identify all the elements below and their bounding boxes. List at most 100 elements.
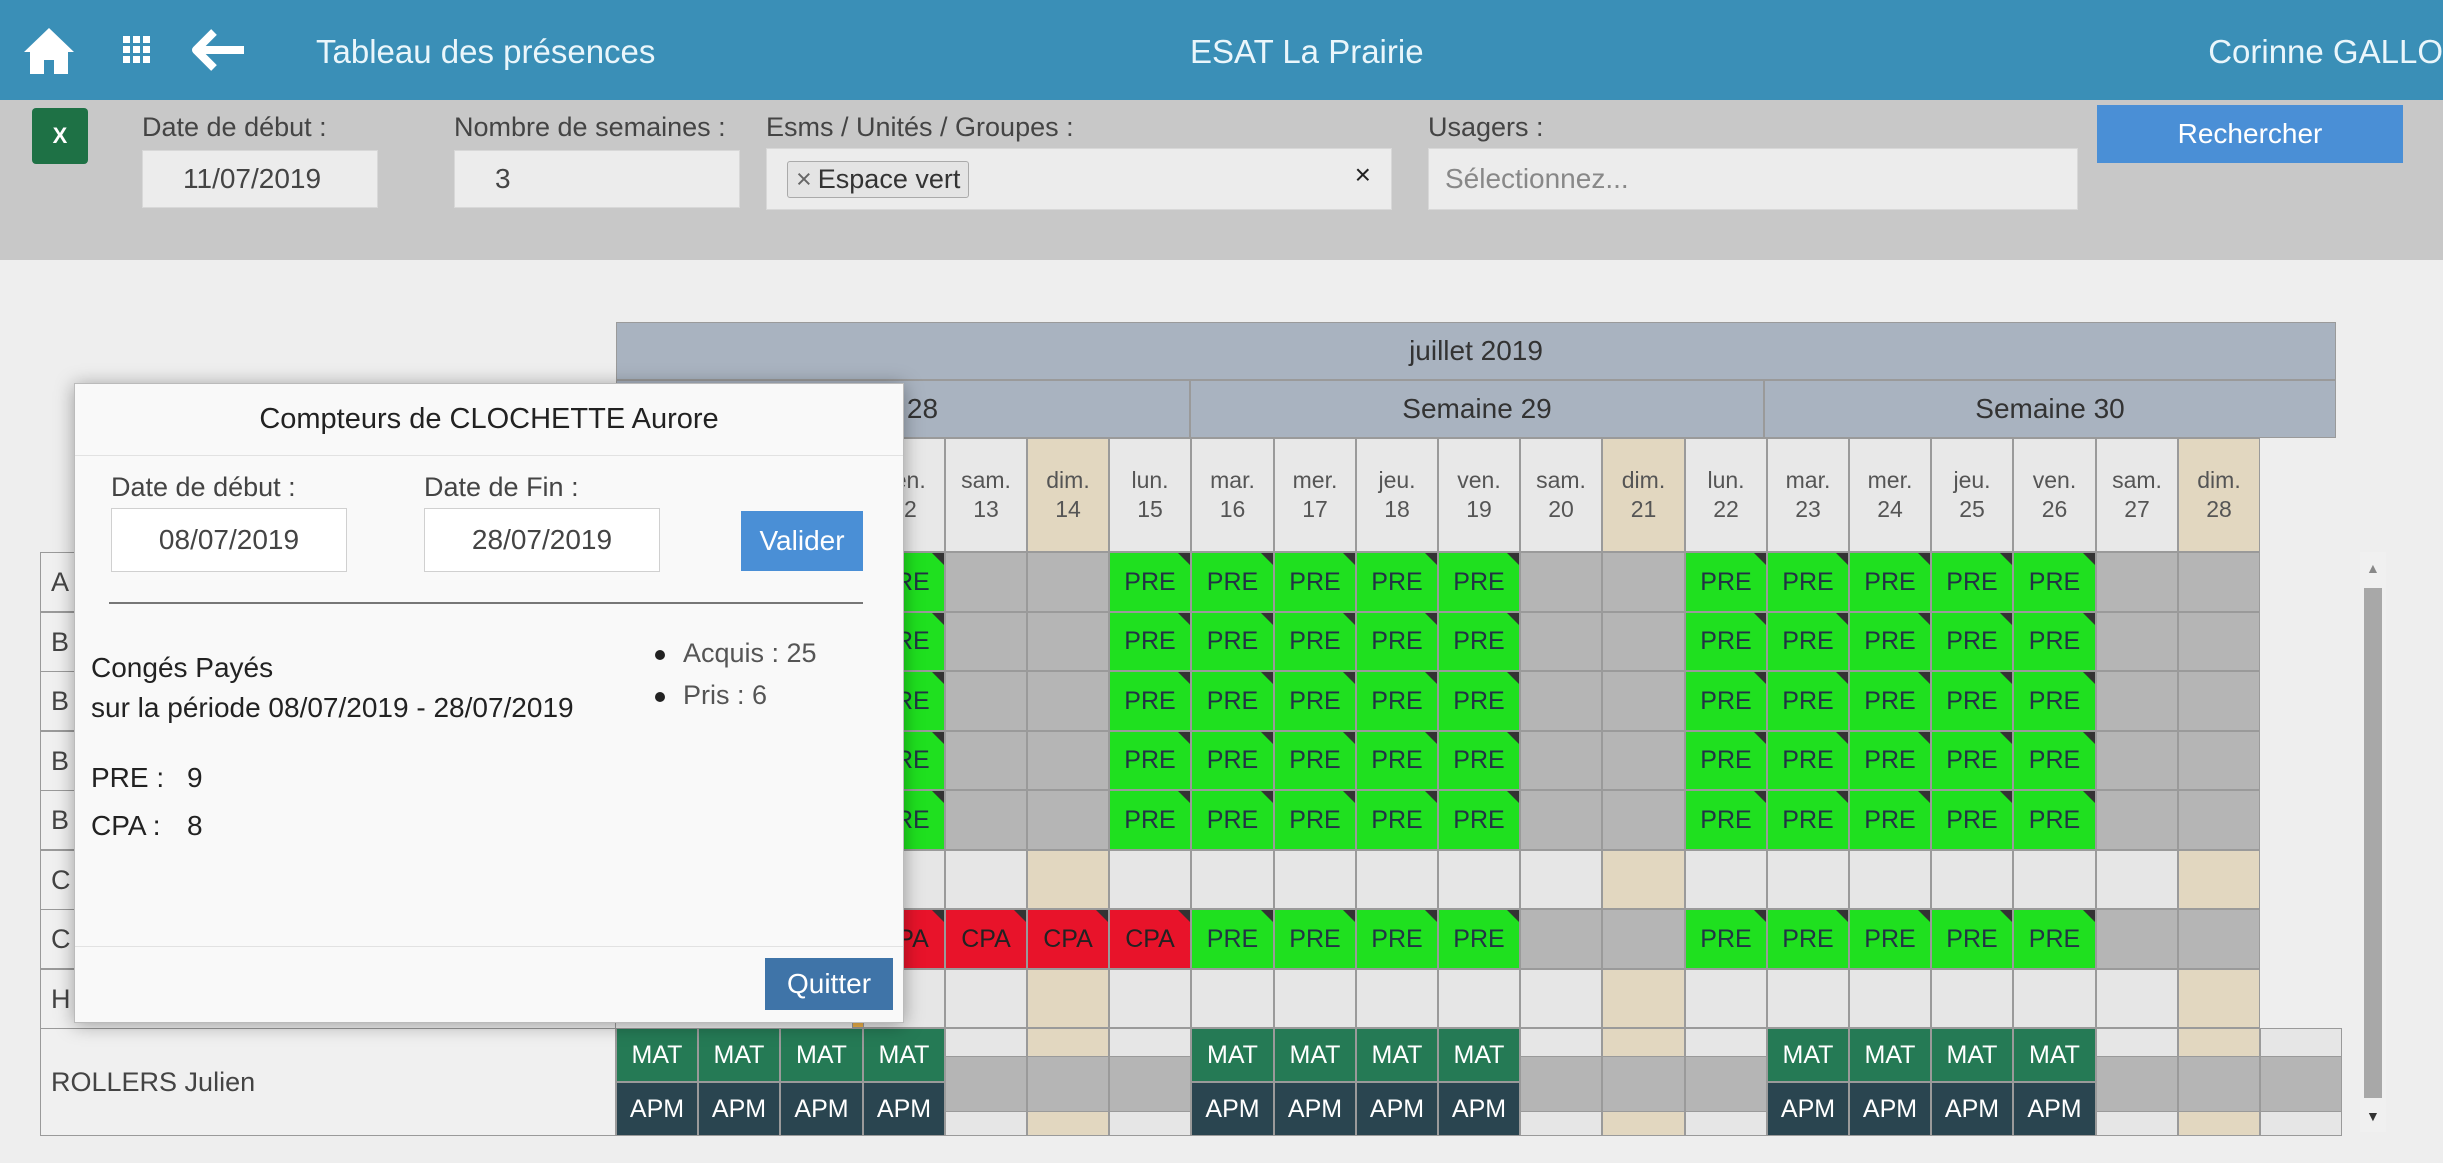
- attendance-cell[interactable]: PRE: [1191, 909, 1274, 969]
- schedule-cell[interactable]: MAT: [616, 1028, 698, 1082]
- attendance-cell[interactable]: PRE: [1109, 552, 1191, 612]
- scroll-down-icon[interactable]: ▼: [2366, 1108, 2380, 1124]
- vertical-scrollbar[interactable]: ▲ ▼: [2360, 552, 2386, 1132]
- attendance-cell[interactable]: [1109, 969, 1191, 1028]
- attendance-cell[interactable]: [1438, 969, 1520, 1028]
- attendance-cell[interactable]: [1027, 731, 1109, 790]
- schedule-cell[interactable]: [1027, 1056, 1109, 1112]
- attendance-cell[interactable]: [1520, 552, 1602, 612]
- attendance-cell[interactable]: PRE: [1356, 790, 1438, 850]
- attendance-cell[interactable]: [1602, 850, 1685, 909]
- schedule-cell[interactable]: [1602, 1056, 1685, 1112]
- attendance-cell[interactable]: PRE: [1931, 909, 2013, 969]
- attendance-cell[interactable]: PRE: [1356, 552, 1438, 612]
- attendance-cell[interactable]: PRE: [1931, 731, 2013, 790]
- attendance-cell[interactable]: [945, 671, 1027, 731]
- schedule-cell[interactable]: APM: [1191, 1082, 1274, 1136]
- attendance-cell[interactable]: [1602, 731, 1685, 790]
- attendance-cell[interactable]: PRE: [1438, 612, 1520, 671]
- schedule-cell[interactable]: MAT: [863, 1028, 945, 1082]
- attendance-cell[interactable]: PRE: [1356, 612, 1438, 671]
- attendance-cell[interactable]: [1520, 731, 1602, 790]
- search-button[interactable]: Rechercher: [2097, 105, 2403, 163]
- attendance-cell[interactable]: [1767, 850, 1849, 909]
- home-icon[interactable]: [14, 0, 84, 100]
- schedule-cell[interactable]: MAT: [1767, 1028, 1849, 1082]
- users-select[interactable]: Sélectionnez...: [1428, 148, 2078, 210]
- schedule-cell[interactable]: APM: [698, 1082, 780, 1136]
- attendance-cell[interactable]: [1520, 612, 1602, 671]
- attendance-cell[interactable]: [1520, 969, 1602, 1028]
- user-name[interactable]: Corinne GALLO: [2208, 0, 2443, 100]
- attendance-cell[interactable]: PRE: [1274, 790, 1356, 850]
- schedule-cell[interactable]: MAT: [1356, 1028, 1438, 1082]
- attendance-cell[interactable]: PRE: [1849, 731, 1931, 790]
- attendance-cell[interactable]: [2178, 612, 2260, 671]
- attendance-cell[interactable]: PRE: [1849, 790, 1931, 850]
- attendance-cell[interactable]: [1027, 552, 1109, 612]
- schedule-cell[interactable]: APM: [780, 1082, 863, 1136]
- schedule-cell[interactable]: [1685, 1056, 1767, 1112]
- attendance-cell[interactable]: [1520, 850, 1602, 909]
- attendance-cell[interactable]: [945, 612, 1027, 671]
- attendance-cell[interactable]: PRE: [2013, 612, 2096, 671]
- attendance-cell[interactable]: PRE: [1849, 671, 1931, 731]
- schedule-cell[interactable]: MAT: [1849, 1028, 1931, 1082]
- attendance-cell[interactable]: [945, 552, 1027, 612]
- schedule-cell[interactable]: APM: [863, 1082, 945, 1136]
- esms-select[interactable]: × Espace vert ×: [766, 148, 1392, 210]
- esms-tag[interactable]: × Espace vert: [787, 160, 970, 198]
- attendance-cell[interactable]: [1931, 850, 2013, 909]
- attendance-cell[interactable]: PRE: [1274, 612, 1356, 671]
- attendance-cell[interactable]: [945, 731, 1027, 790]
- attendance-cell[interactable]: PRE: [1356, 909, 1438, 969]
- attendance-cell[interactable]: PRE: [1274, 552, 1356, 612]
- attendance-cell[interactable]: [1849, 969, 1931, 1028]
- attendance-cell[interactable]: PRE: [1767, 790, 1849, 850]
- attendance-cell[interactable]: [2013, 850, 2096, 909]
- scroll-up-icon[interactable]: ▲: [2366, 560, 2380, 576]
- attendance-cell[interactable]: [1602, 969, 1685, 1028]
- attendance-cell[interactable]: CPA: [945, 909, 1027, 969]
- attendance-cell[interactable]: [1027, 850, 1109, 909]
- attendance-cell[interactable]: [2096, 552, 2178, 612]
- grid-icon[interactable]: [112, 0, 162, 100]
- attendance-cell[interactable]: [2178, 731, 2260, 790]
- schedule-cell[interactable]: [945, 1056, 1027, 1112]
- schedule-cell[interactable]: [1520, 1056, 1602, 1112]
- attendance-cell[interactable]: [1274, 969, 1356, 1028]
- attendance-cell[interactable]: [2096, 731, 2178, 790]
- schedule-cell[interactable]: [2260, 1056, 2342, 1112]
- attendance-cell[interactable]: PRE: [1356, 731, 1438, 790]
- attendance-cell[interactable]: [1685, 850, 1767, 909]
- attendance-cell[interactable]: PRE: [1849, 612, 1931, 671]
- attendance-cell[interactable]: [1520, 671, 1602, 731]
- attendance-cell[interactable]: [2096, 612, 2178, 671]
- weeks-input[interactable]: 3: [454, 150, 740, 208]
- attendance-cell[interactable]: PRE: [1931, 790, 2013, 850]
- attendance-cell[interactable]: PRE: [1438, 790, 1520, 850]
- attendance-cell[interactable]: PRE: [1685, 671, 1767, 731]
- attendance-cell[interactable]: [1602, 552, 1685, 612]
- attendance-cell[interactable]: [2096, 909, 2178, 969]
- attendance-cell[interactable]: PRE: [1191, 612, 1274, 671]
- schedule-cell[interactable]: [1109, 1056, 1191, 1112]
- attendance-cell[interactable]: PRE: [1191, 671, 1274, 731]
- attendance-cell[interactable]: PRE: [2013, 909, 2096, 969]
- schedule-cell[interactable]: [2096, 1056, 2178, 1112]
- validate-button[interactable]: Valider: [741, 511, 863, 571]
- schedule-cell[interactable]: [2178, 1056, 2260, 1112]
- attendance-cell[interactable]: PRE: [1685, 909, 1767, 969]
- attendance-cell[interactable]: [1356, 969, 1438, 1028]
- attendance-cell[interactable]: [2178, 969, 2260, 1028]
- schedule-cell[interactable]: APM: [1356, 1082, 1438, 1136]
- schedule-cell[interactable]: MAT: [1274, 1028, 1356, 1082]
- attendance-cell[interactable]: PRE: [1109, 731, 1191, 790]
- excel-export-icon[interactable]: X: [32, 108, 88, 164]
- arrow-left-icon[interactable]: [186, 0, 252, 100]
- attendance-cell[interactable]: PRE: [1931, 552, 2013, 612]
- attendance-cell[interactable]: [2178, 790, 2260, 850]
- schedule-cell[interactable]: APM: [1767, 1082, 1849, 1136]
- attendance-cell[interactable]: PRE: [1931, 612, 2013, 671]
- attendance-cell[interactable]: [945, 790, 1027, 850]
